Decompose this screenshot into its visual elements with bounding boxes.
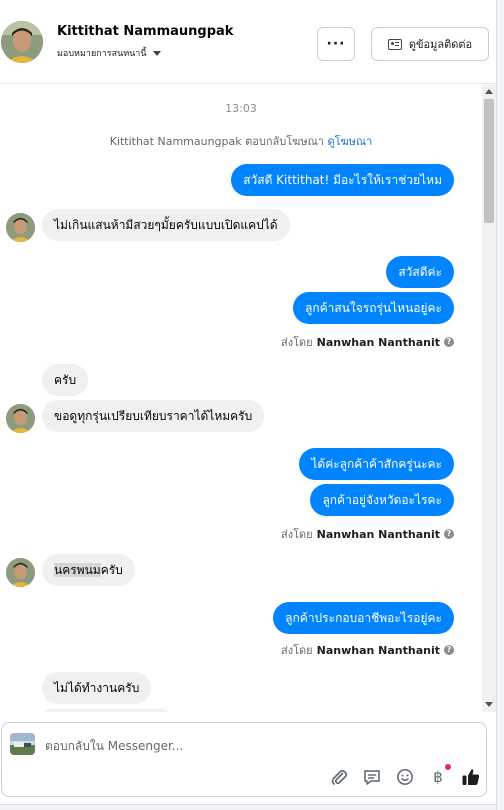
caret-down-icon — [152, 50, 161, 56]
sent-by-prefix: ส่งโดย — [281, 336, 313, 349]
sender-avatar[interactable] — [6, 558, 35, 587]
message-bubble-outgoing[interactable]: ลูกค้าอยู่จังหวัดอะไรคะ — [310, 484, 454, 516]
sent-by-name: Nanwhan Nanthanit — [316, 527, 440, 541]
sent-by-prefix: ส่งโดย — [281, 528, 313, 541]
message-bubble-outgoing[interactable]: ลูกค้าประกอบอาชีพอะไรอยู่คะ — [273, 602, 454, 634]
reply-input[interactable]: ตอบกลับใน Messenger... — [45, 737, 183, 756]
message-text: สวัสดีค่ะ — [398, 265, 442, 279]
composer-toolbar: ฿ — [328, 764, 482, 788]
sent-by-label: ส่งโดย Nanwhan Nanthanit ? — [281, 333, 454, 351]
saved-reply-icon[interactable] — [361, 766, 383, 788]
sent-by-label: ส่งโดย Nanwhan Nanthanit ? — [281, 641, 454, 659]
message-text: ลูกค้าประกอบอาชีพอะไรอยู่คะ — [285, 611, 442, 625]
sent-by-prefix: ส่งโดย — [281, 644, 313, 657]
message-thread[interactable]: 13:03 Kittithat Nammaungpak ตอบกลับโฆษณา… — [0, 85, 482, 712]
message-bubble-incoming[interactable]: ครับ — [42, 364, 89, 396]
timestamp: 13:03 — [225, 102, 257, 115]
contact-card-icon — [387, 38, 402, 50]
message-text: สวัสดี Kittithat! มีอะไรให้เราช่วยไหม — [243, 173, 442, 187]
highlighted-text: นครพนม — [54, 563, 101, 577]
sent-by-name: Nanwhan Nanthanit — [316, 643, 440, 657]
page-avatar — [10, 733, 35, 755]
message-bubble-incoming[interactable]: ขอดูทุกรุ่นเปรียบเทียบราคาได้ไหมครับ — [42, 400, 265, 432]
scroll-up-arrow-icon[interactable] — [485, 89, 493, 94]
sender-avatar[interactable] — [6, 213, 35, 242]
sent-by-name: Nanwhan Nanthanit — [316, 335, 440, 349]
more-options-button[interactable]: ··· — [317, 27, 355, 61]
contact-name[interactable]: Kittithat Nammaungpak — [57, 24, 233, 39]
message-text: ลูกค้าสนใจรถรุ่นไหนอยู่คะ — [304, 301, 442, 315]
message-text: ลูกค้าอยู่จังหวัดอะไรคะ — [322, 493, 442, 507]
message-bubble-outgoing[interactable]: ได้ค่ะลูกค้าค้าสักครู่นะคะ — [299, 448, 454, 480]
help-icon[interactable]: ? — [444, 529, 454, 539]
message-text: ไม่เกินแสนห้ามีสวยๆมั้ยครับแบบเปิดแคปได้ — [54, 218, 278, 232]
message-bubble-outgoing[interactable]: สวัสดีค่ะ — [386, 256, 454, 288]
help-icon[interactable]: ? — [444, 337, 454, 347]
sender-avatar[interactable] — [6, 404, 35, 433]
assign-conversation-dropdown[interactable]: มอบหมายการสนทนานี้ — [57, 46, 161, 60]
reply-composer[interactable]: ตอบกลับใน Messenger... ฿ — [1, 722, 487, 797]
help-icon[interactable]: ? — [444, 645, 454, 655]
chat-scrollbar[interactable] — [482, 85, 496, 712]
like-icon[interactable] — [460, 766, 482, 788]
avatar[interactable] — [1, 21, 43, 63]
bottom-divider — [0, 804, 496, 810]
message-bubble-incoming[interactable]: นครพนมครับ — [42, 554, 135, 586]
composer-area: ตอบกลับใน Messenger... ฿ — [0, 712, 496, 810]
scrollbar-thumb[interactable] — [484, 99, 494, 223]
attach-icon[interactable] — [328, 766, 350, 788]
view-contact-info-button[interactable]: ดูข้อมูลติดต่อ — [371, 27, 489, 61]
conversation-header: Kittithat Nammaungpak มอบหมายการสนทนานี้… — [0, 0, 504, 84]
message-bubble-incoming[interactable]: ไม่ได้ทำงานครับ — [42, 672, 152, 704]
message-text: ได้ค่ะลูกค้าค้าสักครู่นะคะ — [311, 457, 442, 471]
ad-reply-note: Kittithat Nammaungpak ตอบกลับโฆษณา ดูโฆษ… — [0, 132, 482, 150]
more-options-icon: ··· — [326, 36, 346, 52]
view-ad-link[interactable]: ดูโฆษณา — [327, 135, 372, 148]
assign-label: มอบหมายการสนทนานี้ — [57, 49, 147, 59]
message-text: ครับ — [100, 563, 123, 577]
message-text: ขอดูทุกรุ่นเปรียบเทียบราคาได้ไหมครับ — [54, 409, 253, 423]
message-bubble-outgoing[interactable]: สวัสดี Kittithat! มีอะไรให้เราช่วยไหม — [231, 164, 454, 196]
message-bubble-outgoing[interactable]: ลูกค้าสนใจรถรุ่นไหนอยู่คะ — [292, 292, 454, 324]
window-edge — [496, 0, 504, 810]
baht-glyph: ฿ — [433, 768, 443, 786]
message-text: ไม่ได้ทำงานครับ — [54, 681, 140, 695]
scroll-down-arrow-icon[interactable] — [485, 702, 493, 707]
view-contact-info-label: ดูข้อมูลติดต่อ — [408, 38, 473, 51]
message-text: ครับ — [54, 373, 77, 387]
sent-by-label: ส่งโดย Nanwhan Nanthanit ? — [281, 525, 454, 543]
notification-dot — [445, 764, 451, 770]
ad-reply-text: Kittithat Nammaungpak ตอบกลับโฆษณา — [109, 135, 324, 148]
baht-icon[interactable]: ฿ — [427, 764, 451, 788]
message-bubble-incoming[interactable]: ไม่เกินแสนห้ามีสวยๆมั้ยครับแบบเปิดแคปได้ — [42, 209, 290, 241]
emoji-icon[interactable] — [394, 766, 416, 788]
